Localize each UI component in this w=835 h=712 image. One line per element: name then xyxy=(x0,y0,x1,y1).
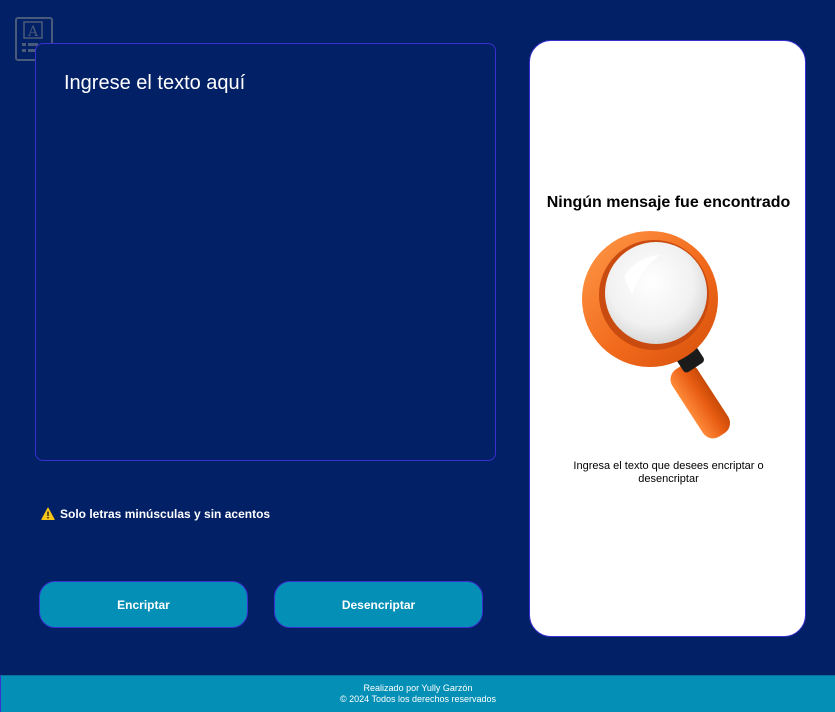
result-title: Ningún mensaje fue encontrado xyxy=(546,194,791,211)
text-input[interactable] xyxy=(35,43,496,461)
warning-text: Solo letras minúsculas y sin acentos xyxy=(60,507,271,521)
result-description: Ingresa el texto que desees encriptar o … xyxy=(573,460,764,485)
magnifying-glass-illustration xyxy=(582,231,731,439)
footer-author: Realizado por Yully Garzón xyxy=(363,683,473,693)
app-page: A Solo letras minúsculas y sin acentos E… xyxy=(0,0,835,712)
decrypt-button[interactable]: Desencriptar xyxy=(274,581,483,628)
footer-copyright: © 2024 Todos los derechos reservados xyxy=(339,694,497,704)
footer: Realizado por Yully Garzón © 2024 Todos … xyxy=(0,675,835,712)
encrypt-button[interactable]: Encriptar xyxy=(39,581,248,628)
result-panel: Ningún mensaje fue encontrado Ingresa el… xyxy=(529,40,806,637)
svg-text:A: A xyxy=(27,24,39,40)
warning-icon xyxy=(41,507,55,520)
warning-note: Solo letras minúsculas y sin acentos xyxy=(41,507,270,521)
